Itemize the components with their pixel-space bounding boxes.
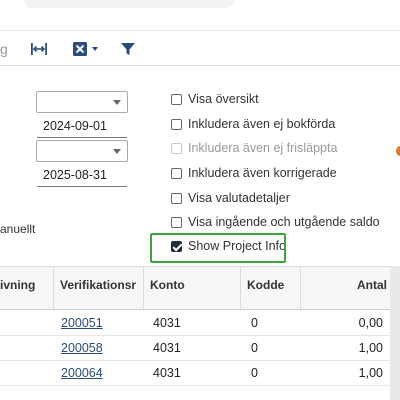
partial-icon[interactable]: g	[0, 39, 8, 59]
column-header-kodde[interactable]: Kodde	[247, 267, 297, 311]
excel-export-icon[interactable]	[72, 39, 102, 59]
table-row[interactable]: 200051 4031 0 0,00	[0, 311, 390, 336]
konto-cell: 4031	[153, 341, 181, 355]
column-divider	[53, 267, 54, 311]
column-divider	[240, 267, 241, 311]
option-visa-oversikt[interactable]: Visa översikt	[171, 90, 259, 108]
table-header: ivning Verifikationsr Konto Kodde Antal	[0, 266, 390, 311]
konto-cell: 4031	[153, 316, 181, 330]
verifikation-link[interactable]: 200064	[61, 361, 103, 386]
period-from-select[interactable]	[36, 91, 128, 113]
table-row[interactable]: 200064 4031 0 1,00	[0, 361, 390, 386]
antal-cell: 0,00	[358, 316, 383, 330]
column-header-verifikation[interactable]: Verifikationsr	[60, 267, 140, 311]
option-label: Inkludera även ej frisläppta	[188, 141, 338, 155]
kodde-cell: 0	[251, 366, 258, 380]
manual-label: anuellt	[0, 222, 36, 236]
option-label: Inkludera även korrigerade	[188, 166, 337, 180]
checkbox[interactable]	[171, 167, 182, 179]
period-to-select[interactable]	[36, 140, 128, 162]
column-divider	[143, 267, 144, 311]
column-header-beskrivning[interactable]: ivning	[0, 267, 52, 311]
column-width-icon[interactable]	[30, 39, 48, 59]
column-header-antal[interactable]: Antal	[305, 267, 387, 311]
top-strip	[0, 0, 400, 30]
kodde-cell: 0	[251, 316, 258, 330]
antal-cell: 1,00	[358, 366, 383, 380]
option-inkludera-ej-frislappta: Inkludera även ej frisläppta	[171, 139, 337, 157]
konto-cell: 4031	[153, 366, 181, 380]
vertical-scrollbar[interactable]	[390, 266, 400, 400]
option-label: Visa valutadetaljer	[188, 191, 290, 205]
table-row[interactable]: 200058 4031 0 1,00	[0, 336, 390, 361]
checkbox	[171, 142, 182, 154]
orange-indicator	[396, 146, 400, 156]
checkbox[interactable]	[171, 216, 182, 228]
column-header-konto[interactable]: Konto	[150, 267, 235, 311]
filter-icon[interactable]	[120, 39, 136, 59]
kodde-cell: 0	[251, 341, 258, 355]
highlight-box	[150, 233, 286, 263]
option-visa-saldo[interactable]: Visa ingående och utgående saldo	[171, 213, 380, 231]
option-inkludera-ej-bokforda[interactable]: Inkludera även ej bokförda	[171, 115, 335, 133]
verifikation-link[interactable]: 200051	[61, 311, 103, 336]
option-label: Visa översikt	[188, 92, 259, 106]
checkbox[interactable]	[171, 93, 182, 105]
option-label: Inkludera även ej bokförda	[188, 117, 336, 131]
checkbox[interactable]	[171, 118, 182, 130]
option-visa-valutadetaljer[interactable]: Visa valutadetaljer	[171, 189, 290, 207]
option-inkludera-korrigerade[interactable]: Inkludera även korrigerade	[171, 164, 337, 182]
checkbox[interactable]	[171, 192, 182, 204]
verifikation-link[interactable]: 200058	[61, 336, 103, 361]
top-tab-remnant	[24, 0, 234, 8]
toolbar: g	[0, 30, 400, 66]
column-divider	[300, 267, 301, 311]
chevron-down-icon	[113, 100, 121, 105]
from-date-field[interactable]: 2024-09-01	[37, 116, 127, 138]
antal-cell: 1,00	[358, 341, 383, 355]
option-label: Visa ingående och utgående saldo	[188, 215, 380, 229]
chevron-down-icon	[113, 149, 121, 154]
to-date-field[interactable]: 2025-08-31	[37, 165, 127, 187]
